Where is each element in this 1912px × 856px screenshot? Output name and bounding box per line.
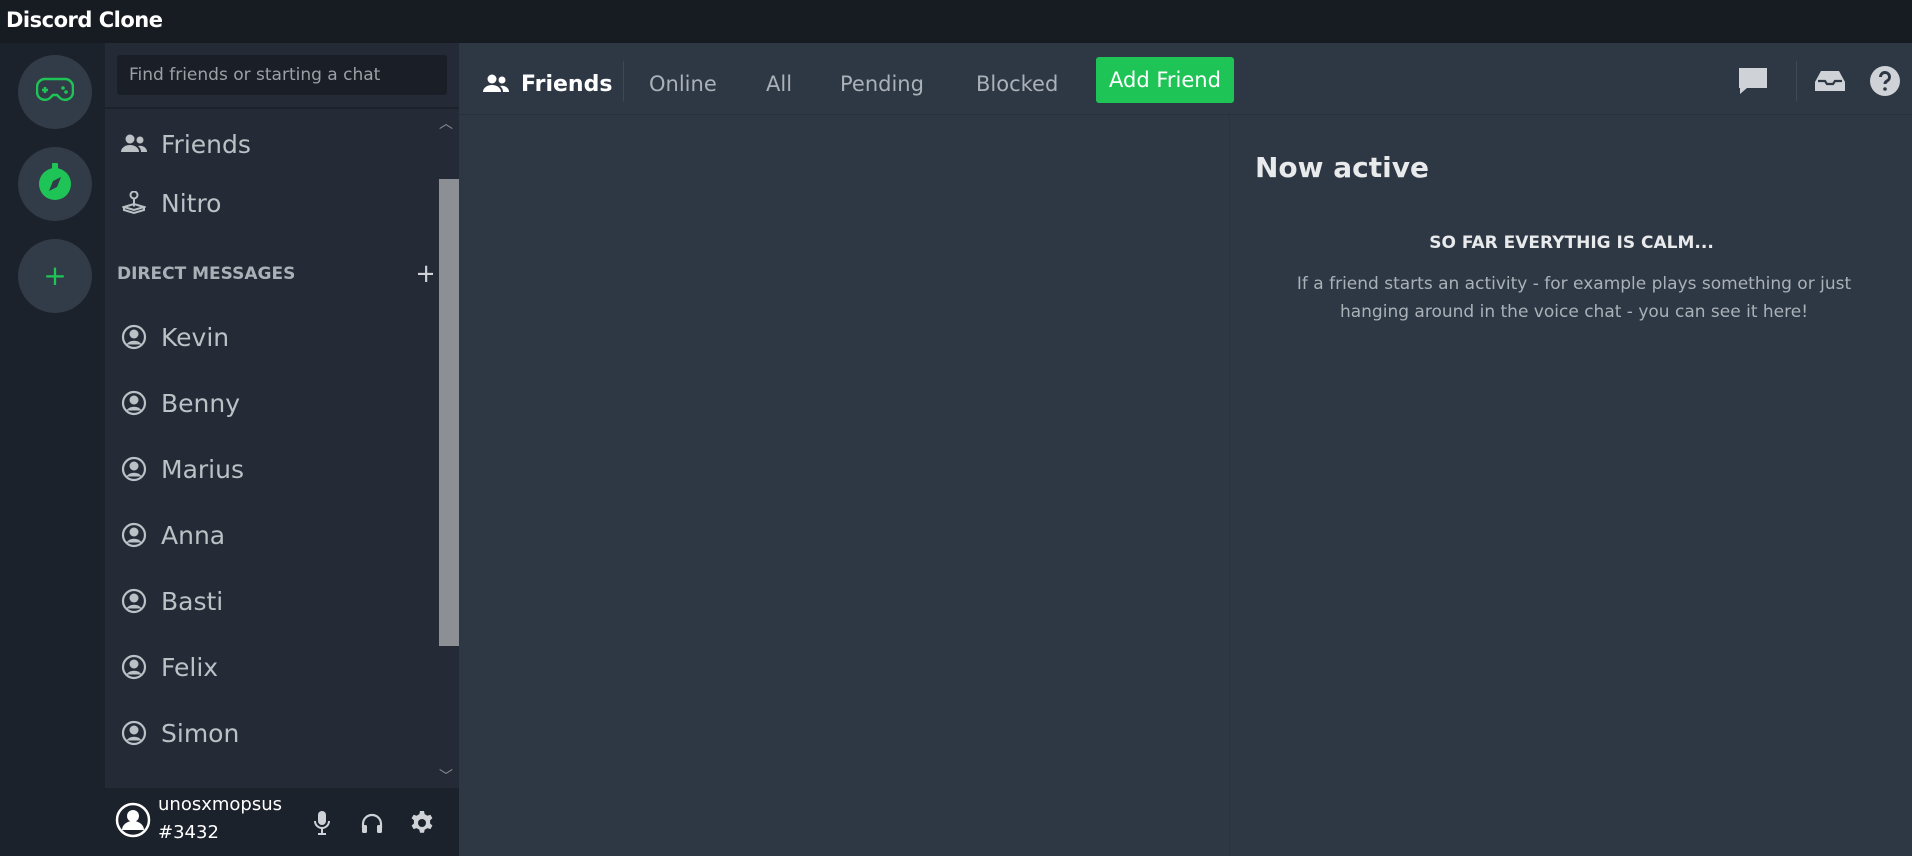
add-server-button[interactable]: +	[18, 239, 92, 313]
page-title-label: Friends	[521, 71, 613, 97]
add-friend-button[interactable]: Add Friend	[1096, 57, 1234, 103]
dm-item-basti[interactable]: Basti	[121, 579, 223, 623]
tab-pending[interactable]: Pending	[840, 65, 924, 103]
dm-name: Benny	[161, 388, 241, 418]
server-games-button[interactable]	[18, 55, 92, 129]
joystick-icon	[121, 190, 147, 216]
dm-name: Anna	[161, 520, 226, 550]
app-title: Discord Clone	[6, 8, 163, 32]
sidebar-item-friends[interactable]: Friends	[121, 124, 251, 164]
friends-icon	[121, 131, 147, 157]
plus-icon: +	[43, 259, 67, 292]
dm-item-simon[interactable]: Simon	[121, 711, 239, 755]
user-circle-icon	[121, 456, 147, 482]
help-icon[interactable]	[1867, 63, 1903, 99]
sidebar-scroll-area: Friends Nitro DIRECT MESSAGES + Kevin Be…	[105, 111, 459, 788]
active-now-panel: Now active SO FAR EVERYTHIG IS CALM... I…	[1229, 115, 1912, 856]
user-circle-icon	[121, 588, 147, 614]
scroll-up-icon[interactable]: ︿	[433, 111, 459, 135]
sidebar-item-nitro[interactable]: Nitro	[121, 183, 221, 223]
direct-messages-label: DIRECT MESSAGES	[117, 264, 296, 284]
new-group-dm-icon[interactable]	[1735, 63, 1771, 99]
dm-sidebar: Friends Nitro DIRECT MESSAGES + Kevin	[105, 43, 459, 856]
tab-all[interactable]: All	[766, 65, 792, 103]
avatar[interactable]	[115, 802, 151, 838]
dm-item-felix[interactable]: Felix	[121, 645, 218, 689]
divider	[623, 61, 624, 101]
dm-name: Simon	[161, 718, 240, 748]
dm-name: Basti	[161, 586, 224, 616]
active-now-heading: Now active	[1255, 151, 1430, 184]
direct-messages-header: DIRECT MESSAGES +	[117, 259, 437, 289]
username: unosxmopsus	[158, 794, 282, 815]
search-bar	[105, 43, 459, 109]
user-tag: #3432	[158, 822, 219, 843]
main-content: Friends Online All Pending Blocked Add F…	[459, 43, 1912, 856]
friends-topbar: Friends Online All Pending Blocked Add F…	[459, 43, 1912, 115]
sidebar-item-label: Nitro	[161, 188, 222, 218]
server-explore-button[interactable]	[18, 147, 92, 221]
headphones-icon[interactable]	[357, 808, 387, 838]
friends-icon	[483, 71, 509, 97]
search-input[interactable]	[117, 55, 447, 95]
dm-item-benny[interactable]: Benny	[121, 381, 240, 425]
tab-online[interactable]: Online	[649, 65, 717, 103]
user-circle-icon	[121, 720, 147, 746]
scrollbar-thumb[interactable]	[439, 179, 459, 646]
title-bar: Discord Clone	[0, 0, 1912, 43]
compass-icon	[37, 163, 73, 205]
gamepad-icon	[35, 77, 75, 107]
microphone-icon[interactable]	[307, 808, 337, 838]
user-circle-icon	[121, 390, 147, 416]
gear-icon[interactable]	[407, 808, 437, 838]
tab-blocked[interactable]: Blocked	[976, 65, 1058, 103]
empty-state-text: If a friend starts an activity - for exa…	[1296, 274, 1852, 322]
scroll-down-icon[interactable]: ﹀	[433, 764, 459, 788]
inbox-icon[interactable]	[1812, 63, 1848, 99]
user-circle-icon	[121, 522, 147, 548]
server-rail: +	[0, 43, 105, 856]
sidebar-item-label: Friends	[161, 129, 251, 159]
user-circle-icon	[121, 324, 147, 350]
dm-item-marius[interactable]: Marius	[121, 447, 244, 491]
dm-name: Felix	[161, 652, 219, 682]
sidebar-scrollbar[interactable]: ︿ ﹀	[433, 111, 459, 788]
page-title: Friends	[483, 65, 612, 103]
dm-name: Marius	[161, 454, 244, 484]
empty-state-title: SO FAR EVERYTHIG IS CALM...	[1429, 233, 1714, 253]
divider	[1796, 61, 1797, 101]
dm-name: Kevin	[161, 322, 230, 352]
dm-item-anna[interactable]: Anna	[121, 513, 225, 557]
user-circle-icon	[121, 654, 147, 680]
user-panel: unosxmopsus #3432	[105, 788, 459, 856]
dm-item-kevin[interactable]: Kevin	[121, 315, 229, 359]
